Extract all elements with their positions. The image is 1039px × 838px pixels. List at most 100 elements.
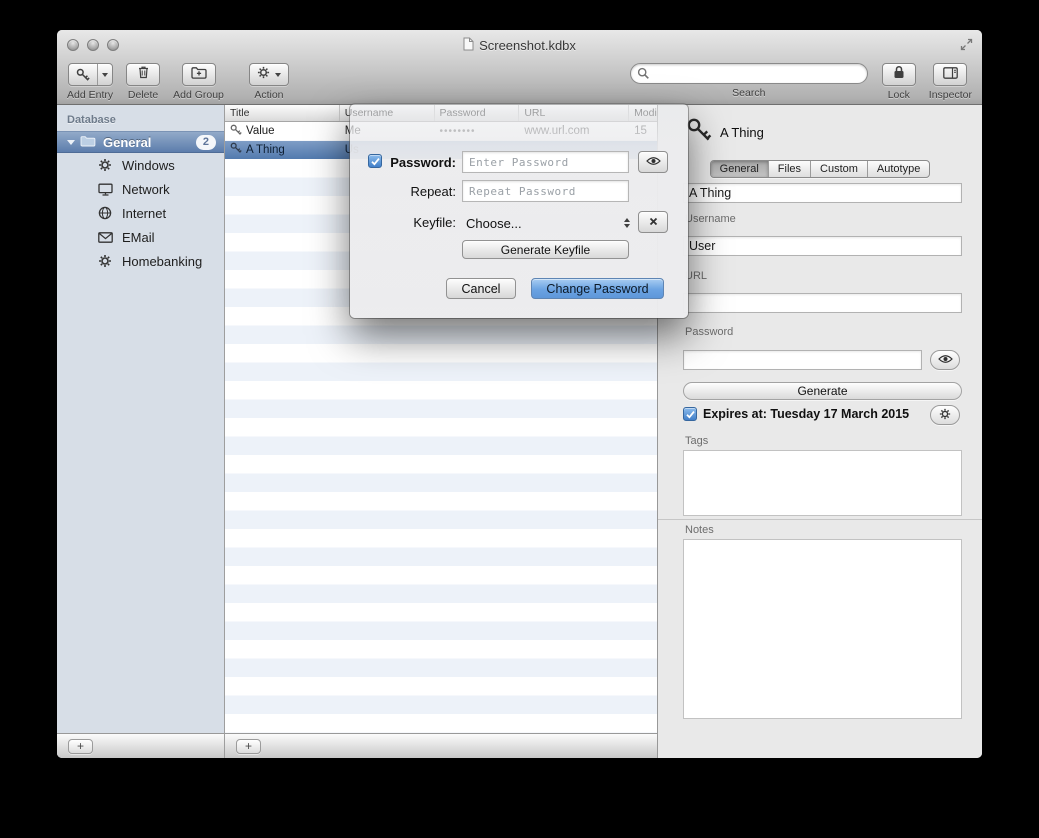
- eye-icon: [938, 353, 953, 367]
- generate-keyfile-button[interactable]: Generate Keyfile: [462, 240, 629, 259]
- fullscreen-icon[interactable]: [960, 38, 973, 56]
- lock-button[interactable]: [882, 63, 916, 86]
- toolbar: Add Entry Delete Add Group: [57, 60, 982, 105]
- globe-icon: [97, 206, 113, 220]
- sidebar-item-network[interactable]: Network: [57, 177, 224, 201]
- dialog-password-label: Password:: [350, 155, 456, 170]
- database-header: Database: [57, 105, 224, 131]
- entry-list-bottom-bar: +: [225, 733, 657, 758]
- titlebar: Screenshot.kdbx: [57, 30, 982, 60]
- inspector-entry-title: A Thing: [720, 125, 764, 140]
- key-icon: [230, 142, 242, 157]
- inspector-tabs: General Files Custom Autotype: [658, 160, 982, 178]
- keyfile-popup[interactable]: Choose...: [462, 212, 634, 234]
- sidebar-item-windows[interactable]: Windows: [57, 153, 224, 177]
- tab-custom[interactable]: Custom: [811, 161, 868, 177]
- password-field[interactable]: [683, 350, 922, 370]
- notes-input[interactable]: [683, 539, 962, 719]
- chevron-down-icon: [102, 73, 108, 77]
- show-password-button[interactable]: [638, 151, 668, 173]
- dialog-repeat-label: Repeat:: [350, 184, 456, 199]
- add-group-button[interactable]: [182, 63, 216, 86]
- dialog-keyfile-label: Keyfile:: [350, 215, 456, 230]
- delete-label: Delete: [128, 89, 158, 101]
- group-label: General: [103, 135, 191, 150]
- gear-icon: [939, 408, 951, 423]
- gear-icon: [257, 66, 270, 84]
- new-password-input[interactable]: [462, 151, 629, 173]
- window-chrome: Screenshot.kdbx Add Entry: [57, 30, 982, 105]
- folder-icon: [80, 135, 96, 150]
- change-password-dialog: Password: Repeat: Keyfile: Choose... Gen…: [350, 104, 688, 318]
- sidebar: Database General 2 Windows Network: [57, 105, 224, 733]
- add-entry-button[interactable]: [68, 63, 113, 86]
- url-field[interactable]: [683, 293, 962, 313]
- gear-icon: [97, 158, 113, 172]
- inspector-panel-icon: [943, 66, 958, 84]
- tab-general[interactable]: General: [711, 161, 769, 177]
- sidebar-group-general[interactable]: General 2: [57, 131, 224, 153]
- delete-button[interactable]: [126, 63, 160, 86]
- disclosure-triangle-icon[interactable]: [67, 140, 75, 145]
- generate-password-button[interactable]: Generate: [683, 382, 962, 400]
- change-password-button[interactable]: Change Password: [531, 278, 664, 299]
- close-icon: [649, 213, 658, 231]
- url-label: URL: [685, 270, 707, 282]
- cancel-button[interactable]: Cancel: [446, 278, 516, 299]
- inspector-panel: A Thing General Files Custom Autotype Us…: [658, 105, 982, 758]
- monitor-icon: [97, 183, 113, 196]
- key-icon: [686, 117, 712, 146]
- key-icon: [230, 124, 242, 139]
- keyfile-popup-value: Choose...: [462, 216, 522, 231]
- gear-icon: [97, 254, 113, 268]
- add-group-label: Add Group: [173, 89, 224, 101]
- tab-files[interactable]: Files: [769, 161, 811, 177]
- sidebar-item-label: Homebanking: [122, 254, 202, 269]
- inspector-button[interactable]: [933, 63, 967, 86]
- entry-title-field[interactable]: [683, 183, 962, 203]
- expires-row: Expires at: Tuesday 17 March 2015: [683, 407, 924, 421]
- tags-label: Tags: [685, 435, 708, 447]
- sidebar-item-internet[interactable]: Internet: [57, 201, 224, 225]
- entry-title: A Thing: [246, 144, 285, 156]
- chevron-down-icon: [275, 73, 281, 77]
- search-label: Search: [732, 87, 765, 99]
- username-field[interactable]: [683, 236, 962, 256]
- column-header-title[interactable]: Title: [225, 105, 340, 121]
- clear-keyfile-button[interactable]: [638, 211, 668, 233]
- envelope-icon: [97, 232, 113, 243]
- search-input[interactable]: [630, 63, 868, 84]
- popup-stepper-icon: [624, 218, 634, 228]
- lock-icon: [893, 65, 905, 84]
- expires-settings-button[interactable]: [930, 405, 960, 425]
- add-entry-dropdown[interactable]: [97, 64, 112, 85]
- eye-icon: [646, 153, 661, 171]
- sidebar-item-label: Windows: [122, 158, 175, 173]
- check-icon: [685, 409, 696, 420]
- repeat-password-input[interactable]: [462, 180, 629, 202]
- window-title-area: Screenshot.kdbx: [57, 37, 982, 54]
- tab-autotype[interactable]: Autotype: [868, 161, 929, 177]
- action-button[interactable]: [249, 63, 289, 86]
- add-entry-plus-button[interactable]: +: [236, 739, 261, 754]
- window-title: Screenshot.kdbx: [479, 38, 576, 53]
- desktop: Screenshot.kdbx Add Entry: [0, 0, 1039, 838]
- sidebar-item-homebanking[interactable]: Homebanking: [57, 249, 224, 273]
- trash-icon: [137, 65, 150, 84]
- sidebar-bottom-bar: +: [57, 733, 224, 758]
- reveal-password-button[interactable]: [930, 350, 960, 370]
- sidebar-item-label: Network: [122, 182, 170, 197]
- expires-checkbox[interactable]: [683, 407, 697, 421]
- action-label: Action: [254, 89, 283, 101]
- entry-title: Value: [246, 125, 275, 137]
- sidebar-item-label: Internet: [122, 206, 166, 221]
- add-entry-label: Add Entry: [67, 89, 113, 101]
- expires-label: Expires at: Tuesday 17 March 2015: [703, 407, 909, 421]
- add-group-plus-button[interactable]: +: [68, 739, 93, 754]
- username-label: Username: [685, 213, 736, 225]
- notes-label: Notes: [685, 524, 714, 536]
- sidebar-item-email[interactable]: EMail: [57, 225, 224, 249]
- tags-input[interactable]: [683, 450, 962, 516]
- section-divider: [658, 519, 982, 520]
- folder-plus-icon: [191, 66, 207, 84]
